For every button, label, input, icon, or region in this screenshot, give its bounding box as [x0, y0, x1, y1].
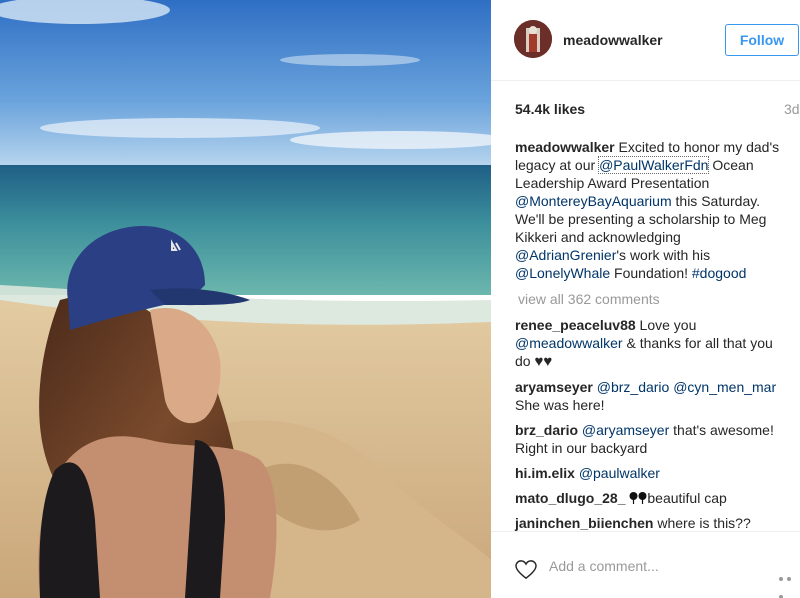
post-photo[interactable] [0, 0, 491, 598]
comment-item: janinchen_biienchen where is this?? [515, 514, 790, 532]
comment-item: mato_dlugo_28_ beautiful cap [515, 489, 790, 507]
caption-username[interactable]: meadowwalker [515, 139, 615, 155]
comment-username[interactable]: aryamseyer [515, 379, 593, 395]
comment-item: renee_peaceluv88 Love you @meadowwalker … [515, 316, 790, 371]
avatar[interactable] [514, 20, 552, 58]
mention-link[interactable]: @aryamseyer [582, 422, 669, 438]
post-header: meadowwalker Follow [491, 0, 800, 81]
mention-link[interactable]: @meadowwalker [515, 335, 623, 351]
post-caption: meadowwalker Excited to honor my dad's l… [515, 138, 790, 282]
pin-emoji-icon [629, 492, 638, 504]
add-comment-input[interactable]: Add a comment... [549, 558, 659, 574]
comment-username[interactable]: hi.im.elix [515, 465, 575, 481]
mention-link[interactable]: @brz_dario [597, 379, 670, 395]
beach-photo-image [0, 0, 491, 598]
mention-link[interactable]: @PaulWalkerFdn [598, 156, 710, 174]
avatar-image [514, 20, 552, 58]
mention-link[interactable]: @paulwalker [579, 465, 660, 481]
comment-username[interactable]: mato_dlugo_28_ [515, 490, 625, 506]
view-all-comments-link[interactable]: view all 362 comments [518, 291, 660, 307]
comment-text: Love you [635, 317, 697, 333]
comment-username[interactable]: renee_peaceluv88 [515, 317, 636, 333]
caption-text: Foundation! [610, 265, 692, 281]
comment-item: brz_dario @aryamseyer that's awesome! Ri… [515, 421, 790, 457]
more-options-icon[interactable] [779, 568, 799, 598]
comment-username[interactable]: brz_dario [515, 422, 578, 438]
post-details-panel: meadowwalker Follow 54.4k likes 3d meado… [491, 0, 800, 598]
post-author-username[interactable]: meadowwalker [563, 32, 663, 48]
mention-link[interactable]: @AdrianGrenier [515, 247, 616, 263]
caption-text: 's work with his [616, 247, 711, 263]
comment-text: beautiful cap [647, 490, 727, 506]
comment-footer: Add a comment... [491, 531, 800, 598]
post-time[interactable]: 3d [784, 101, 800, 117]
mention-link[interactable]: @cyn_men_mar [673, 379, 776, 395]
comment-text: where is this?? [653, 515, 751, 531]
heart-outline-icon[interactable] [515, 560, 537, 580]
mention-link[interactable]: @LonelyWhale [515, 265, 610, 281]
follow-button[interactable]: Follow [725, 24, 799, 56]
black-hearts-emoji: ♥♥ [534, 353, 553, 370]
mention-link[interactable]: @MontereyBayAquarium [515, 193, 672, 209]
comment-item: hi.im.elix @paulwalker [515, 464, 790, 482]
comment-username[interactable]: janinchen_biienchen [515, 515, 653, 531]
hashtag-link[interactable]: #dogood [692, 265, 747, 281]
comment-text: She was here! [515, 397, 605, 413]
comment-item: aryamseyer @brz_dario @cyn_men_mar She w… [515, 378, 790, 414]
likes-count[interactable]: 54.4k likes [515, 101, 585, 117]
